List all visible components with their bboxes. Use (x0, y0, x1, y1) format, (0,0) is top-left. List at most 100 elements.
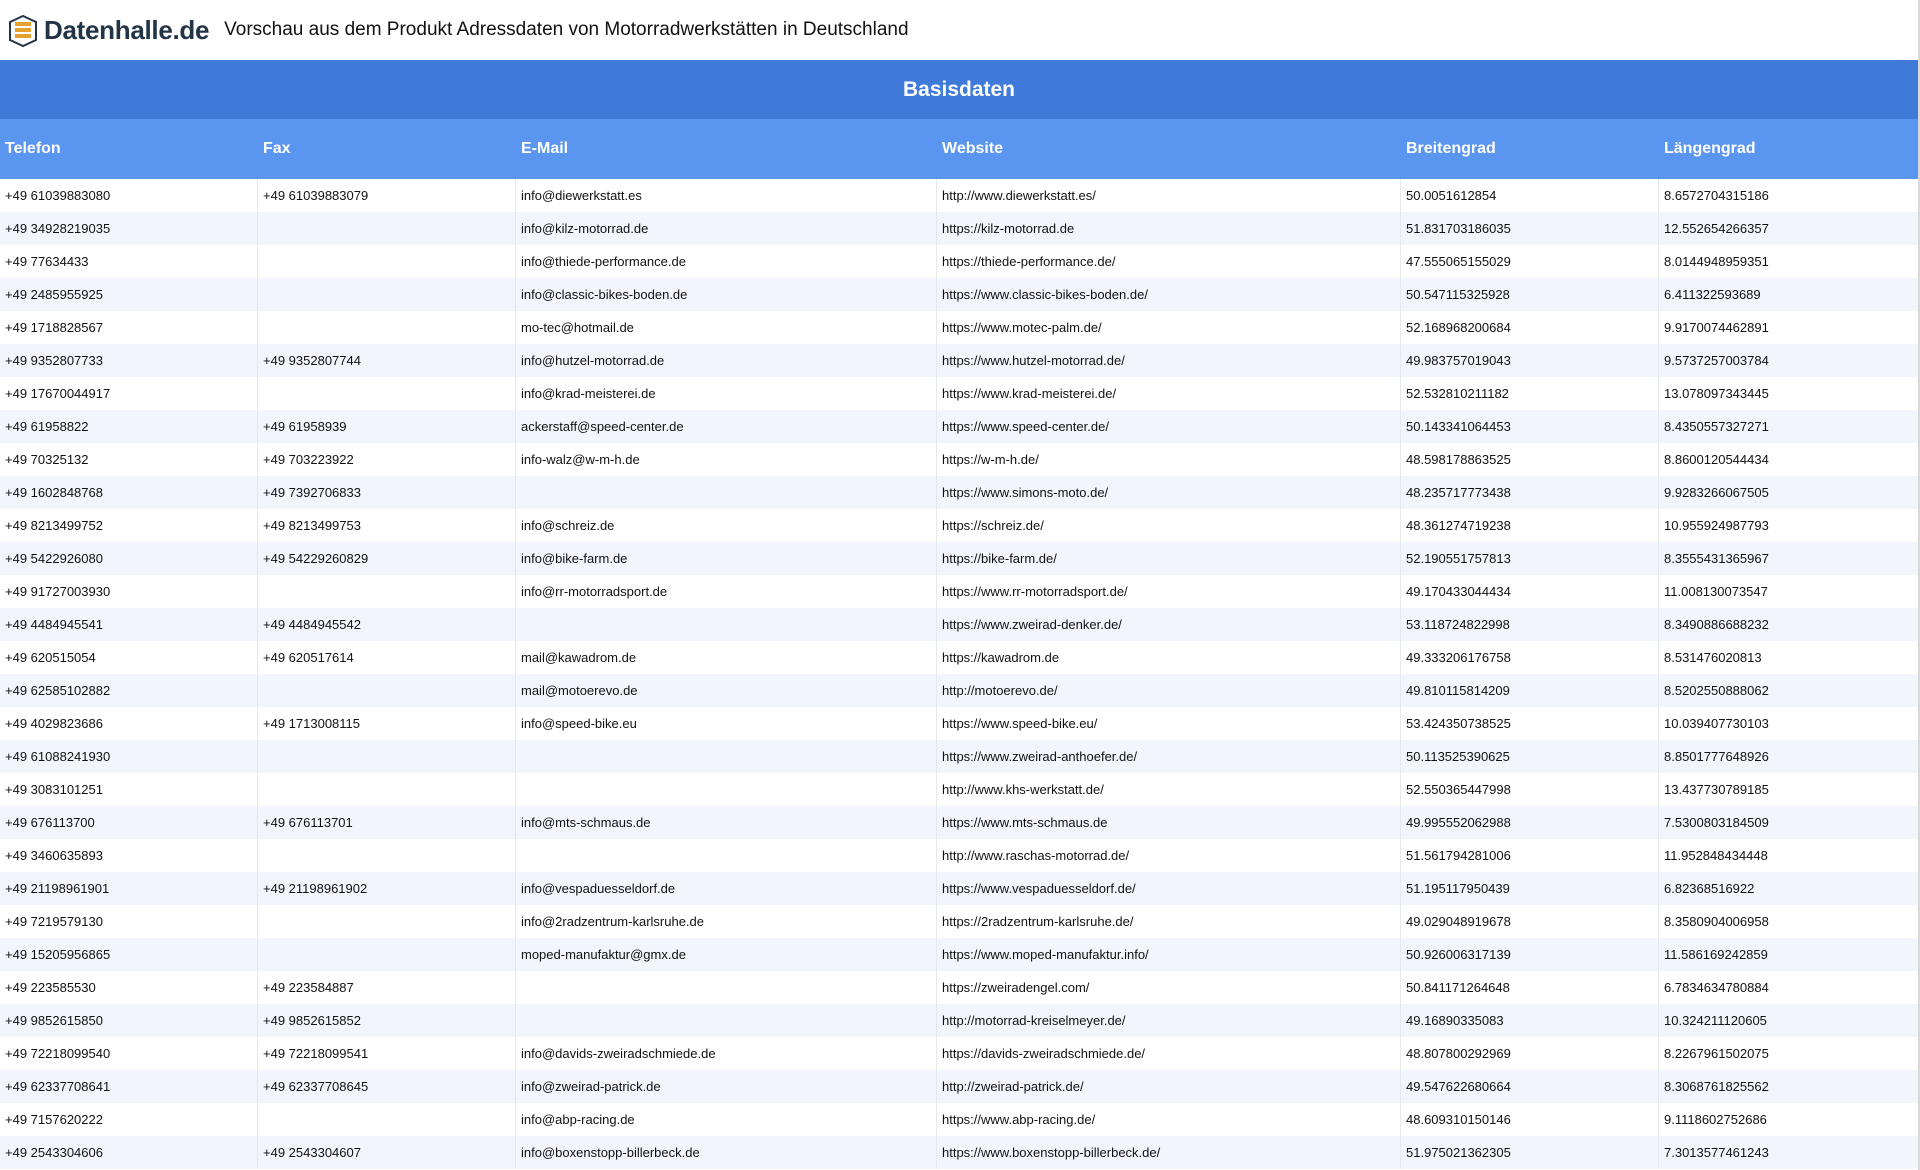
cell-website[interactable]: https://www.simons-moto.de/ (937, 476, 1401, 509)
cell-website[interactable]: http://motorrad-kreiselmeyer.de/ (937, 1004, 1401, 1037)
cell-website[interactable]: https://bike-farm.de/ (937, 542, 1401, 575)
table-row[interactable]: +49 4029823686 +49 1713008115 info@speed-b… (0, 707, 1918, 740)
table-row[interactable]: +49 2485955925 info@classic-bikes-boden.d… (0, 278, 1918, 311)
cell-website[interactable]: https://kawadrom.de (937, 641, 1401, 674)
table-row[interactable]: +49 15205956865 moped-manufaktur@gmx.de ht… (0, 938, 1918, 971)
table-row[interactable]: +49 91727003930 info@rr-motorradsport.de h… (0, 575, 1918, 608)
table-row[interactable]: +49 34928219035 info@kilz-motorrad.de http… (0, 212, 1918, 245)
cell-website[interactable]: https://davids-zweiradschmiede.de/ (937, 1037, 1401, 1070)
table-row[interactable]: +49 17670044917 info@krad-meisterei.de htt… (0, 377, 1918, 410)
table-row[interactable]: +49 72218099540 +49 72218099541 info@david… (0, 1037, 1918, 1070)
table-column-header-row: Telefon Fax E-Mail Website Breitengrad L… (0, 119, 1918, 179)
cell-email[interactable]: info-walz@w-m-h.de (516, 443, 937, 476)
table-row[interactable]: +49 21198961901 +49 21198961902 info@vespa… (0, 872, 1918, 905)
column-header-breitengrad[interactable]: Breitengrad (1401, 119, 1659, 179)
table-row[interactable]: +49 7219579130 info@2radzentrum-karlsruhe… (0, 905, 1918, 938)
table-row[interactable]: +49 61039883080 +49 61039883079 info@diewe… (0, 179, 1918, 212)
cell-website[interactable]: https://www.mts-schmaus.de (937, 806, 1401, 839)
table-row[interactable]: +49 9352807733 +49 9352807744 info@hutzel-… (0, 344, 1918, 377)
cell-email[interactable]: mail@kawadrom.de (516, 641, 937, 674)
table-row[interactable]: +49 62585102882 mail@motoerevo.de http://m… (0, 674, 1918, 707)
table-row[interactable]: +49 62337708641 +49 62337708645 info@zweir… (0, 1070, 1918, 1103)
cell-website[interactable]: https://www.moped-manufaktur.info/ (937, 938, 1401, 971)
table-row[interactable]: +49 61958822 +49 61958939 ackerstaff@speed… (0, 410, 1918, 443)
table-row[interactable]: +49 1718828567 mo-tec@hotmail.de https://w… (0, 311, 1918, 344)
cell-website[interactable]: https://www.vespaduesseldorf.de/ (937, 872, 1401, 905)
table-row[interactable]: +49 61088241930 https://www.zweirad-antho… (0, 740, 1918, 773)
table-row[interactable]: +49 620515054 +49 620517614 mail@kawadrom.… (0, 641, 1918, 674)
cell-website[interactable]: https://www.zweirad-denker.de/ (937, 608, 1401, 641)
cell-email[interactable]: info@kilz-motorrad.de (516, 212, 937, 245)
cell-email[interactable]: info@zweirad-patrick.de (516, 1070, 937, 1103)
cell-website[interactable]: https://www.rr-motorradsport.de/ (937, 575, 1401, 608)
cell-email[interactable]: info@davids-zweiradschmiede.de (516, 1037, 937, 1070)
cell-website[interactable]: https://www.boxenstopp-billerbeck.de/ (937, 1136, 1401, 1169)
cell-website[interactable]: https://www.speed-bike.eu/ (937, 707, 1401, 740)
table-row[interactable]: +49 4484945541 +49 4484945542 https://www.… (0, 608, 1918, 641)
cell-email[interactable]: info@rr-motorradsport.de (516, 575, 937, 608)
cell-website[interactable]: http://www.raschas-motorrad.de/ (937, 839, 1401, 872)
cell-website[interactable]: http://www.diewerkstatt.es/ (937, 179, 1401, 212)
cell-website[interactable]: https://zweiradengel.com/ (937, 971, 1401, 1004)
cell-email[interactable]: info@schreiz.de (516, 509, 937, 542)
cell-email[interactable] (516, 839, 937, 872)
cell-website[interactable]: https://schreiz.de/ (937, 509, 1401, 542)
cell-email[interactable]: info@krad-meisterei.de (516, 377, 937, 410)
table-row[interactable]: +49 5422926080 +49 54229260829 info@bike-f… (0, 542, 1918, 575)
table-row[interactable]: +49 77634433 info@thiede-performance.de ht… (0, 245, 1918, 278)
cell-website[interactable]: https://w-m-h.de/ (937, 443, 1401, 476)
cell-website[interactable]: https://thiede-performance.de/ (937, 245, 1401, 278)
column-header-fax[interactable]: Fax (258, 119, 516, 179)
table-row[interactable]: +49 223585530 +49 223584887 https://zweira… (0, 971, 1918, 1004)
cell-website[interactable]: https://www.abp-racing.de/ (937, 1103, 1401, 1136)
cell-email[interactable]: mail@motoerevo.de (516, 674, 937, 707)
cell-website[interactable]: http://www.khs-werkstatt.de/ (937, 773, 1401, 806)
cell-telefon: +49 7157620222 (0, 1103, 258, 1136)
cell-email[interactable]: info@classic-bikes-boden.de (516, 278, 937, 311)
cell-email[interactable]: info@abp-racing.de (516, 1103, 937, 1136)
table-row[interactable]: +49 7157620222 info@abp-racing.de https://… (0, 1103, 1918, 1136)
column-header-website[interactable]: Website (937, 119, 1401, 179)
table-row[interactable]: +49 676113700 +49 676113701 info@mts-schma… (0, 806, 1918, 839)
table-row[interactable]: +49 1602848768 +49 7392706833 https://www.… (0, 476, 1918, 509)
table-row[interactable]: +49 3460635893 http://www.raschas-motorra… (0, 839, 1918, 872)
cell-email[interactable]: mo-tec@hotmail.de (516, 311, 937, 344)
table-row[interactable]: +49 2543304606 +49 2543304607 info@boxenst… (0, 1136, 1918, 1169)
cell-breitengrad: 47.555065155029 (1401, 245, 1659, 278)
cell-website[interactable]: https://www.classic-bikes-boden.de/ (937, 278, 1401, 311)
cell-email[interactable] (516, 476, 937, 509)
column-header-telefon[interactable]: Telefon (0, 119, 258, 179)
cell-email[interactable]: info@2radzentrum-karlsruhe.de (516, 905, 937, 938)
cell-email[interactable]: info@boxenstopp-billerbeck.de (516, 1136, 937, 1169)
cell-email[interactable] (516, 608, 937, 641)
column-header-email[interactable]: E-Mail (516, 119, 937, 179)
cell-website[interactable]: http://zweirad-patrick.de/ (937, 1070, 1401, 1103)
cell-email[interactable] (516, 1004, 937, 1037)
column-header-laengengrad[interactable]: Längengrad (1659, 119, 1918, 179)
table-row[interactable]: +49 8213499752 +49 8213499753 info@schreiz… (0, 509, 1918, 542)
cell-email[interactable] (516, 971, 937, 1004)
cell-website[interactable]: https://www.krad-meisterei.de/ (937, 377, 1401, 410)
cell-email[interactable] (516, 773, 937, 806)
cell-email[interactable]: info@speed-bike.eu (516, 707, 937, 740)
cell-email[interactable]: info@mts-schmaus.de (516, 806, 937, 839)
cell-email[interactable]: info@bike-farm.de (516, 542, 937, 575)
cell-email[interactable]: info@diewerkstatt.es (516, 179, 937, 212)
cell-email[interactable]: info@hutzel-motorrad.de (516, 344, 937, 377)
cell-website[interactable]: http://motoerevo.de/ (937, 674, 1401, 707)
cell-website[interactable]: https://www.speed-center.de/ (937, 410, 1401, 443)
logo[interactable]: Datenhalle.de (6, 13, 209, 47)
table-row[interactable]: +49 9852615850 +49 9852615852 http://motor… (0, 1004, 1918, 1037)
cell-website[interactable]: https://kilz-motorrad.de (937, 212, 1401, 245)
cell-website[interactable]: https://www.hutzel-motorrad.de/ (937, 344, 1401, 377)
table-row[interactable]: +49 70325132 +49 703223922 info-walz@w-m-h… (0, 443, 1918, 476)
cell-website[interactable]: https://2radzentrum-karlsruhe.de/ (937, 905, 1401, 938)
cell-email[interactable]: ackerstaff@speed-center.de (516, 410, 937, 443)
cell-website[interactable]: https://www.zweirad-anthoefer.de/ (937, 740, 1401, 773)
cell-email[interactable]: info@thiede-performance.de (516, 245, 937, 278)
cell-email[interactable]: info@vespaduesseldorf.de (516, 872, 937, 905)
cell-email[interactable] (516, 740, 937, 773)
cell-email[interactable]: moped-manufaktur@gmx.de (516, 938, 937, 971)
cell-website[interactable]: https://www.motec-palm.de/ (937, 311, 1401, 344)
table-row[interactable]: +49 3083101251 http://www.khs-werkstatt.d… (0, 773, 1918, 806)
